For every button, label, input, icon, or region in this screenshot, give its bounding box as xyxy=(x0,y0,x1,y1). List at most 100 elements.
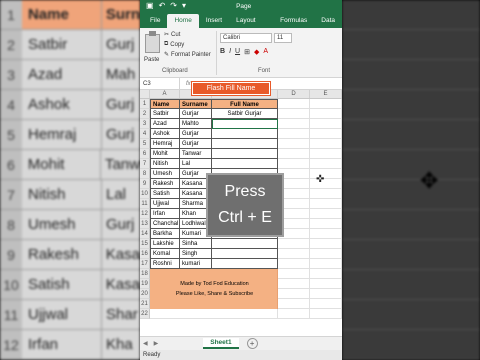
row-number[interactable]: 1 xyxy=(140,99,150,109)
cell-empty[interactable] xyxy=(310,169,342,179)
fill-color-icon[interactable]: ◆ xyxy=(254,48,259,56)
cell-empty[interactable] xyxy=(310,109,342,119)
cell-fullname[interactable] xyxy=(212,129,278,139)
cell-name[interactable]: Umesh xyxy=(150,169,180,179)
cell-empty[interactable] xyxy=(310,249,342,259)
cell-fullname[interactable] xyxy=(212,119,278,129)
footer-credit[interactable]: Made by Tod Fod Education xyxy=(150,279,278,289)
sheet-prev-icon[interactable]: ◀ xyxy=(140,340,151,347)
footer-cell[interactable] xyxy=(150,269,278,279)
copy-button[interactable]: ⧉ Copy xyxy=(164,41,184,48)
row-number[interactable]: 11 xyxy=(140,199,150,209)
footer-cell[interactable] xyxy=(150,299,278,309)
cell-empty[interactable] xyxy=(310,239,342,249)
fx-icon[interactable]: fx xyxy=(180,81,191,87)
cell-name[interactable]: Rakesh xyxy=(150,179,180,189)
undo-icon[interactable]: ↶ xyxy=(159,0,166,12)
row-number[interactable]: 21 xyxy=(140,299,150,309)
row-number[interactable]: 16 xyxy=(140,249,150,259)
font-color-icon[interactable]: A xyxy=(263,48,268,56)
cell-empty[interactable] xyxy=(310,139,342,149)
cell-name[interactable]: Ashok xyxy=(150,129,180,139)
cell-fullname[interactable] xyxy=(212,239,278,249)
paste-button[interactable] xyxy=(144,31,162,55)
row-number[interactable]: 18 xyxy=(140,269,150,279)
column-header[interactable]: D xyxy=(278,90,310,98)
font-name-select[interactable]: Calibri xyxy=(220,33,272,43)
column-header[interactable]: A xyxy=(150,90,180,98)
cell-empty[interactable] xyxy=(310,259,342,269)
bold-button[interactable]: B xyxy=(220,48,225,56)
row-number[interactable]: 14 xyxy=(140,229,150,239)
cell-surname[interactable]: Singh xyxy=(180,249,212,259)
row-number[interactable]: 3 xyxy=(140,119,150,129)
cell-empty[interactable] xyxy=(310,229,342,239)
header-surname[interactable]: Surname xyxy=(180,99,212,109)
tab-data[interactable]: Data xyxy=(314,14,342,28)
cell-empty[interactable] xyxy=(278,149,310,159)
cell-name[interactable]: Ujjwal xyxy=(150,199,180,209)
tab-page-layout[interactable]: Page Layout xyxy=(229,0,273,28)
cell-surname[interactable]: kumari xyxy=(180,259,212,269)
cell-empty[interactable] xyxy=(278,159,310,169)
cell-empty[interactable] xyxy=(278,249,310,259)
row-number[interactable]: 15 xyxy=(140,239,150,249)
cell-name[interactable]: Lakshie xyxy=(150,239,180,249)
save-icon[interactable]: ▣ xyxy=(146,0,154,12)
cell-empty[interactable] xyxy=(278,239,310,249)
cell-empty[interactable] xyxy=(310,209,342,219)
italic-button[interactable]: I xyxy=(229,48,231,56)
tab-file[interactable]: File xyxy=(143,14,167,28)
cell-name[interactable]: Satbir xyxy=(150,109,180,119)
row-number[interactable]: 8 xyxy=(140,169,150,179)
cell-name[interactable]: Barkha xyxy=(150,229,180,239)
row-number[interactable]: 6 xyxy=(140,149,150,159)
underline-button[interactable]: U xyxy=(235,48,240,56)
font-size-select[interactable]: 11 xyxy=(274,33,292,43)
row-number[interactable]: 20 xyxy=(140,289,150,299)
name-box[interactable]: C3 xyxy=(140,77,180,90)
row-number[interactable]: 19 xyxy=(140,279,150,289)
cell-name[interactable]: Irfan xyxy=(150,209,180,219)
row-number[interactable]: 4 xyxy=(140,129,150,139)
cell-empty[interactable] xyxy=(310,179,342,189)
row-number[interactable]: 17 xyxy=(140,259,150,269)
row-number[interactable]: 13 xyxy=(140,219,150,229)
cell-name[interactable]: Mohit xyxy=(150,149,180,159)
cell-name[interactable]: Satish xyxy=(150,189,180,199)
cell-surname[interactable]: Lal xyxy=(180,159,212,169)
cell-name[interactable]: Nitish xyxy=(150,159,180,169)
row-number[interactable]: 22 xyxy=(140,309,150,319)
cell-fullname[interactable] xyxy=(212,159,278,169)
cell-fullname[interactable] xyxy=(212,139,278,149)
cell-empty[interactable] xyxy=(310,149,342,159)
cell-empty[interactable] xyxy=(278,129,310,139)
chevron-down-icon[interactable]: ▾ xyxy=(182,0,186,12)
cell-empty[interactable] xyxy=(310,159,342,169)
cell-name[interactable]: Hemraj xyxy=(150,139,180,149)
borders-icon[interactable]: ⊞ xyxy=(244,48,250,56)
sheet-next-icon[interactable]: ▶ xyxy=(151,340,162,347)
row-number[interactable]: 5 xyxy=(140,139,150,149)
cell-empty[interactable] xyxy=(310,219,342,229)
cut-button[interactable]: ✂ Cut xyxy=(164,31,180,39)
cell-empty[interactable] xyxy=(310,199,342,209)
cell-surname[interactable]: Tanwar xyxy=(180,149,212,159)
column-header[interactable]: E xyxy=(310,90,342,98)
tab-home[interactable]: Home xyxy=(167,14,199,28)
cell-name[interactable]: Chanchal xyxy=(150,219,180,229)
cell-name[interactable]: Azad xyxy=(150,119,180,129)
cell-empty[interactable] xyxy=(310,119,342,129)
header-fullname[interactable]: Full Name xyxy=(212,99,278,109)
cell-empty[interactable] xyxy=(278,259,310,269)
add-sheet-button[interactable]: + xyxy=(246,338,258,349)
row-number[interactable]: 12 xyxy=(140,209,150,219)
cell-empty[interactable] xyxy=(278,109,310,119)
cell-empty[interactable] xyxy=(310,129,342,139)
cell-fullname[interactable] xyxy=(212,149,278,159)
row-number[interactable]: 9 xyxy=(140,179,150,189)
row-number[interactable]: 7 xyxy=(140,159,150,169)
cell-fullname[interactable]: Satbir Gurjar xyxy=(212,109,278,119)
format-painter-button[interactable]: ✎ Format Painter xyxy=(164,51,211,59)
tab-formulas[interactable]: Formulas xyxy=(273,14,314,28)
